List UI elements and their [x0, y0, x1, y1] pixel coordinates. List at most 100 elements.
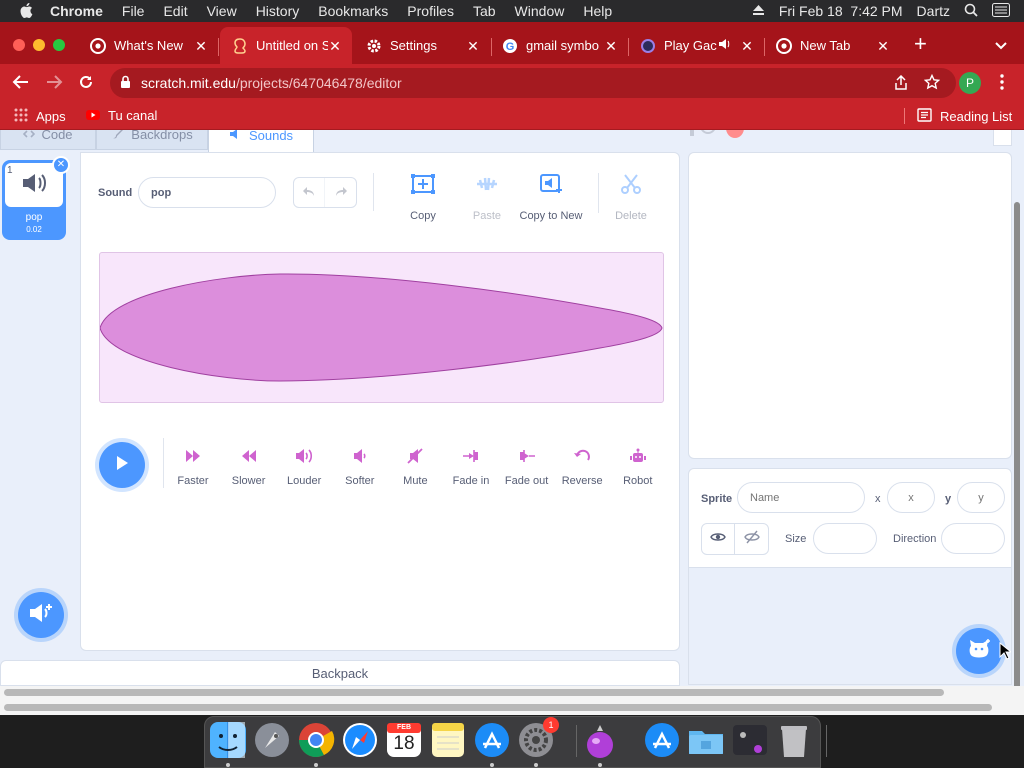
dock-system-preferences[interactable]: 1 — [517, 717, 559, 767]
menu-bookmarks[interactable]: Bookmarks — [318, 3, 388, 19]
close-tab-icon[interactable]: ✕ — [876, 39, 890, 53]
tab-scratch-editor[interactable]: Untitled on S ✕ — [220, 27, 352, 64]
control-center-icon[interactable] — [992, 2, 1010, 20]
bookmark-tu-canal[interactable]: Tu canal — [86, 108, 157, 123]
reload-icon[interactable] — [78, 74, 94, 95]
close-tab-icon[interactable]: ✕ — [328, 39, 342, 53]
back-arrow-icon[interactable] — [12, 74, 30, 95]
effect-mute-button[interactable]: Mute — [391, 447, 439, 489]
bookmark-star-icon[interactable] — [923, 73, 941, 93]
paste-button[interactable]: Paste — [465, 173, 509, 224]
vertical-scrollbar[interactable] — [1014, 202, 1020, 696]
dock-chrome[interactable] — [297, 721, 335, 767]
green-flag-icon[interactable] — [700, 130, 716, 134]
sprite-y-input[interactable] — [957, 482, 1005, 513]
dock-launchpad[interactable] — [253, 721, 291, 759]
spotlight-search-icon[interactable] — [964, 3, 978, 20]
bookmark-apps[interactable]: Apps — [14, 108, 66, 125]
menu-file[interactable]: File — [122, 3, 145, 19]
close-tab-icon[interactable]: ✕ — [740, 39, 754, 53]
tab-settings[interactable]: Settings ✕ — [354, 27, 490, 64]
dock-finder[interactable] — [209, 721, 247, 767]
delete-button[interactable]: Delete — [609, 173, 653, 224]
stage-size-toggle[interactable] — [993, 130, 1012, 146]
tab-backdrops[interactable]: Backdrops — [96, 130, 208, 150]
horizontal-scrollbar-outer[interactable] — [4, 704, 992, 711]
dock-notes[interactable] — [429, 721, 467, 759]
sprite-name-input[interactable] — [737, 482, 865, 513]
share-icon[interactable] — [894, 74, 908, 94]
tab-new-tab[interactable]: New Tab ✕ — [764, 27, 900, 64]
menu-profiles[interactable]: Profiles — [407, 3, 454, 19]
menu-edit[interactable]: Edit — [163, 3, 187, 19]
effect-robot-button[interactable]: Robot — [614, 447, 662, 489]
sound-name-input[interactable] — [138, 177, 276, 208]
menu-app-chrome[interactable]: Chrome — [50, 3, 103, 19]
menu-window[interactable]: Window — [515, 3, 565, 19]
sprite-direction-input[interactable] — [941, 523, 1005, 554]
effect-fade-in-button[interactable]: Fade in — [447, 447, 495, 489]
tab-gmail-symbol[interactable]: G gmail symbo ✕ — [490, 27, 628, 64]
zoom-window-button[interactable] — [53, 39, 65, 51]
copy-button[interactable]: Copy — [401, 173, 445, 224]
dock-trash[interactable] — [775, 721, 813, 759]
new-tab-button[interactable]: + — [914, 33, 927, 55]
menu-tab[interactable]: Tab — [473, 3, 496, 19]
menubar-datetime[interactable]: Fri Feb 18 7:42 PM — [779, 3, 903, 19]
close-window-button[interactable] — [13, 39, 25, 51]
effect-reverse-button[interactable]: Reverse — [558, 447, 606, 489]
stop-icon[interactable] — [726, 130, 744, 138]
delete-sound-button[interactable]: ✕ — [52, 156, 70, 174]
sprite-size-input[interactable] — [813, 523, 877, 554]
backpack-header[interactable]: Backpack — [0, 660, 680, 686]
hide-sprite-button[interactable] — [735, 524, 768, 554]
menu-history[interactable]: History — [256, 3, 300, 19]
effect-softer-button[interactable]: Softer — [336, 447, 384, 489]
undo-button[interactable] — [294, 178, 326, 207]
effect-fade-out-button[interactable]: Fade out — [503, 447, 551, 489]
tab-code[interactable]: Code — [0, 130, 96, 150]
close-tab-icon[interactable]: ✕ — [466, 39, 480, 53]
dock-calendar[interactable]: FEB 18 — [385, 721, 423, 759]
dock-app-store[interactable] — [473, 721, 511, 767]
effect-slower-button[interactable]: Slower — [225, 447, 273, 489]
lock-icon[interactable] — [120, 75, 131, 92]
chrome-menu-icon[interactable] — [1000, 74, 1004, 95]
forward-arrow-icon[interactable] — [45, 74, 63, 95]
stage-canvas[interactable] — [688, 152, 1012, 459]
tab-sounds[interactable]: Sounds — [208, 130, 314, 152]
profile-avatar[interactable]: P — [959, 72, 981, 94]
tab-search-chevron-icon[interactable] — [994, 38, 1008, 56]
apple-icon[interactable] — [20, 3, 36, 19]
menubar-user[interactable]: Dartz — [917, 3, 950, 19]
copy-to-new-button[interactable]: Copy to New — [517, 173, 585, 224]
effect-louder-button[interactable]: Louder — [280, 447, 328, 489]
menu-view[interactable]: View — [207, 3, 237, 19]
play-sound-button[interactable] — [99, 442, 145, 488]
effect-faster-button[interactable]: Faster — [169, 447, 217, 489]
waveform-container[interactable] — [99, 252, 664, 403]
tab-play-game[interactable]: Play Gac ✕ — [628, 27, 764, 64]
app-store-2-icon — [643, 723, 681, 763]
minimize-window-button[interactable] — [33, 39, 45, 51]
dock-folder[interactable] — [687, 721, 725, 759]
sound-item-pop[interactable]: 1 ✕ pop 0.02 — [2, 156, 70, 240]
tab-whats-new[interactable]: What's New ✕ — [78, 27, 218, 64]
eject-icon[interactable] — [752, 3, 765, 19]
menu-help[interactable]: Help — [583, 3, 612, 19]
reading-list-button[interactable]: Reading List — [917, 108, 1012, 125]
address-bar[interactable]: scratch.mit.edu/projects/647046478/edito… — [110, 68, 956, 98]
redo-button[interactable] — [325, 178, 356, 207]
dock-utility[interactable] — [731, 721, 769, 759]
sprite-x-input[interactable] — [887, 482, 935, 513]
close-tab-icon[interactable]: ✕ — [194, 39, 208, 53]
horizontal-scrollbar-inner[interactable] — [4, 689, 944, 696]
dock-safari[interactable] — [341, 721, 379, 759]
audio-playing-icon[interactable] — [718, 38, 732, 53]
choose-sprite-button[interactable] — [956, 628, 1002, 674]
choose-sound-button[interactable] — [18, 592, 64, 638]
dock-scratch[interactable] — [581, 721, 619, 767]
show-sprite-button[interactable] — [702, 524, 736, 554]
close-tab-icon[interactable]: ✕ — [604, 39, 618, 53]
dock-app-store-2[interactable] — [643, 721, 681, 759]
